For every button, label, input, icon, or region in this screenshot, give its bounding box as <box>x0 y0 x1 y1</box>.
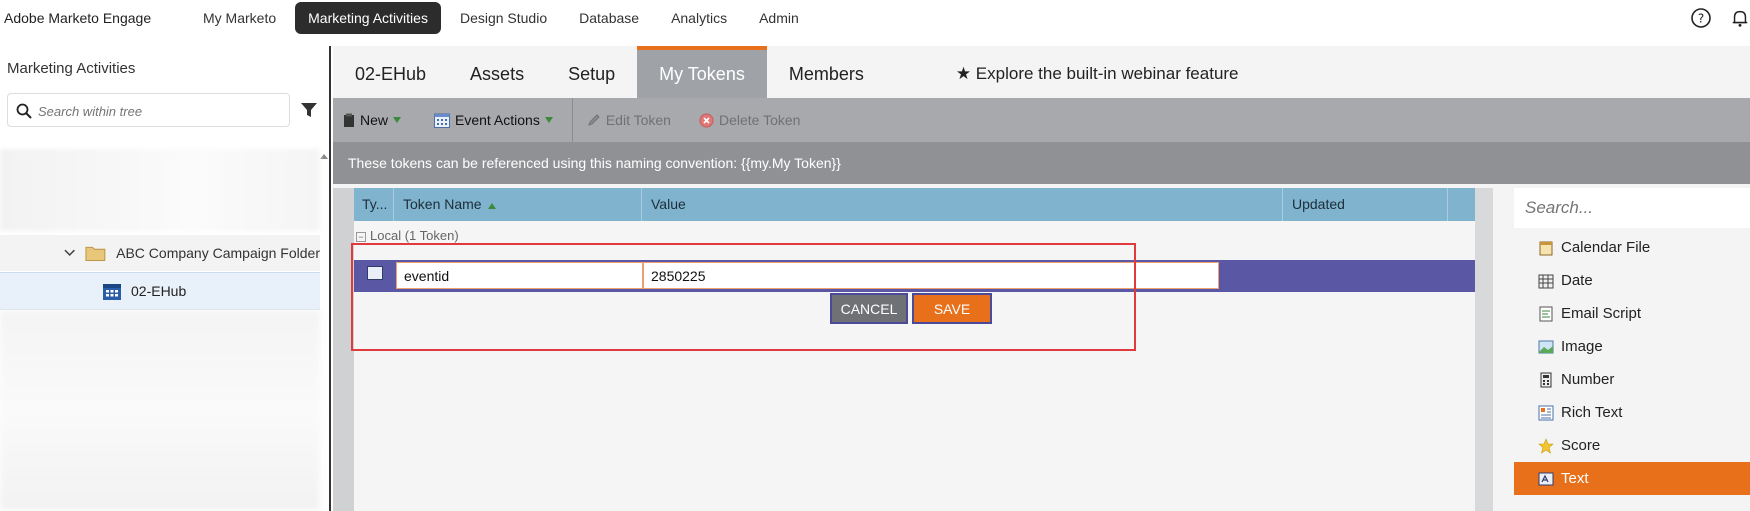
calendar-icon <box>103 284 121 300</box>
left-panel: Marketing Activities ABC Company Campaig… <box>0 46 331 511</box>
new-label: New <box>360 112 389 128</box>
token-type-label: Rich Text <box>1561 404 1623 421</box>
tab-members[interactable]: Members <box>767 46 886 98</box>
top-icons: ? <box>1690 0 1750 36</box>
token-type-date[interactable]: Date <box>1514 264 1750 297</box>
text-icon <box>1538 472 1554 485</box>
nav-my-marketo[interactable]: My Marketo <box>190 2 289 34</box>
tree-item-folder[interactable]: ABC Company Campaign Folder <box>0 235 320 271</box>
sort-asc-icon <box>488 203 497 209</box>
filter-icon[interactable] <box>300 101 318 119</box>
chevron-down-icon[interactable] <box>64 249 75 257</box>
number-icon <box>1540 372 1552 387</box>
caret-down-icon <box>544 117 553 123</box>
token-type-label: Email Script <box>1561 305 1642 322</box>
panel-title: Marketing Activities <box>7 60 136 77</box>
help-icon[interactable]: ? <box>1690 7 1712 29</box>
token-type-label: Calendar File <box>1561 239 1651 256</box>
col-token-name-label: Token Name <box>403 196 482 212</box>
star-icon <box>1538 437 1554 454</box>
token-search-input[interactable] <box>1514 191 1734 225</box>
token-type-email-script[interactable]: Email Script <box>1514 297 1750 330</box>
tab-assets[interactable]: Assets <box>448 46 546 98</box>
nav-analytics[interactable]: Analytics <box>658 2 740 34</box>
token-type-text[interactable]: Text <box>1514 462 1750 495</box>
nav-marketing-activities[interactable]: Marketing Activities <box>295 2 441 34</box>
tree-search-box[interactable] <box>7 93 290 127</box>
scroll-up-arrow[interactable] <box>320 154 328 159</box>
event-actions-button[interactable]: Event Actions <box>424 98 568 142</box>
new-button[interactable]: New <box>333 98 416 142</box>
blurred-tree-items <box>0 149 320 231</box>
edit-token-button[interactable]: Edit Token <box>577 98 681 142</box>
tree-search-input[interactable] <box>38 100 278 122</box>
grid-right-gutter <box>1475 188 1493 511</box>
delete-token-label: Delete Token <box>718 112 801 128</box>
delete-icon <box>699 113 714 127</box>
tab-bar: 02-EHub Assets Setup My Tokens Members ★… <box>333 46 1750 98</box>
program-label: 02-EHub <box>131 283 187 299</box>
col-value[interactable]: Value <box>642 188 1283 221</box>
edit-token-label: Edit Token <box>605 112 671 128</box>
search-icon <box>16 103 32 119</box>
blurred-tree-items-lower <box>0 310 320 510</box>
email-script-icon <box>1539 306 1553 321</box>
image-icon <box>1538 340 1554 353</box>
brand-name: Adobe Marketo Engage <box>4 10 152 26</box>
collapse-icon[interactable]: − <box>356 231 366 242</box>
folder-icon <box>85 246 106 262</box>
token-type-score[interactable]: Score <box>1514 429 1750 462</box>
token-types-panel: Calendar File Date Email Script Image Nu… <box>1514 188 1750 511</box>
new-icon <box>344 113 354 127</box>
event-actions-label: Event Actions <box>455 112 540 128</box>
bell-icon[interactable] <box>1730 7 1750 29</box>
pencil-icon <box>588 114 600 126</box>
delete-token-button[interactable]: Delete Token <box>689 98 810 142</box>
svg-text:?: ? <box>1698 12 1704 26</box>
token-type-label: Score <box>1561 437 1601 454</box>
token-type-label: Image <box>1561 338 1603 355</box>
token-type-image[interactable]: Image <box>1514 330 1750 363</box>
token-type-number[interactable]: Number <box>1514 363 1750 396</box>
toolbar-divider <box>571 98 573 142</box>
toolbar: New Event Actions Edit Token Delete Toke… <box>333 98 1750 142</box>
tab-my-tokens[interactable]: My Tokens <box>637 46 767 98</box>
caret-down-icon <box>393 117 402 123</box>
col-type[interactable]: Ty... <box>354 188 394 221</box>
token-search-box[interactable] <box>1514 188 1750 228</box>
calendar-grid-icon <box>434 113 451 128</box>
col-token-name[interactable]: Token Name <box>394 188 642 221</box>
token-type-label: Number <box>1561 371 1615 388</box>
highlight-box <box>351 243 1136 351</box>
token-type-label: Text <box>1561 470 1589 487</box>
top-nav: Adobe Marketo Engage My Marketo Marketin… <box>0 0 1750 36</box>
calendar-file-icon <box>1539 241 1553 255</box>
tree-item-program[interactable]: 02-EHub <box>0 272 320 310</box>
group-label: Local (1 Token) <box>370 228 459 243</box>
explore-webinar-link[interactable]: ★ Explore the built-in webinar feature <box>934 46 1261 98</box>
token-type-rich-text[interactable]: Rich Text <box>1514 396 1750 429</box>
folder-label: ABC Company Campaign Folder <box>116 245 320 261</box>
token-type-calendar-file[interactable]: Calendar File <box>1514 231 1750 264</box>
nav-database[interactable]: Database <box>566 2 652 34</box>
naming-convention-info: These tokens can be referenced using thi… <box>333 142 1750 184</box>
nav-admin[interactable]: Admin <box>746 2 812 34</box>
nav-design-studio[interactable]: Design Studio <box>447 2 560 34</box>
tab-program[interactable]: 02-EHub <box>333 46 448 98</box>
tab-setup[interactable]: Setup <box>546 46 637 98</box>
rich-text-icon <box>1538 405 1554 420</box>
token-type-label: Date <box>1561 272 1593 289</box>
col-updated[interactable]: Updated <box>1283 188 1448 221</box>
group-local[interactable]: − Local (1 Token) <box>354 228 459 243</box>
date-icon <box>1538 274 1554 288</box>
grid-header: Ty... Token Name Value Updated <box>354 188 1475 221</box>
